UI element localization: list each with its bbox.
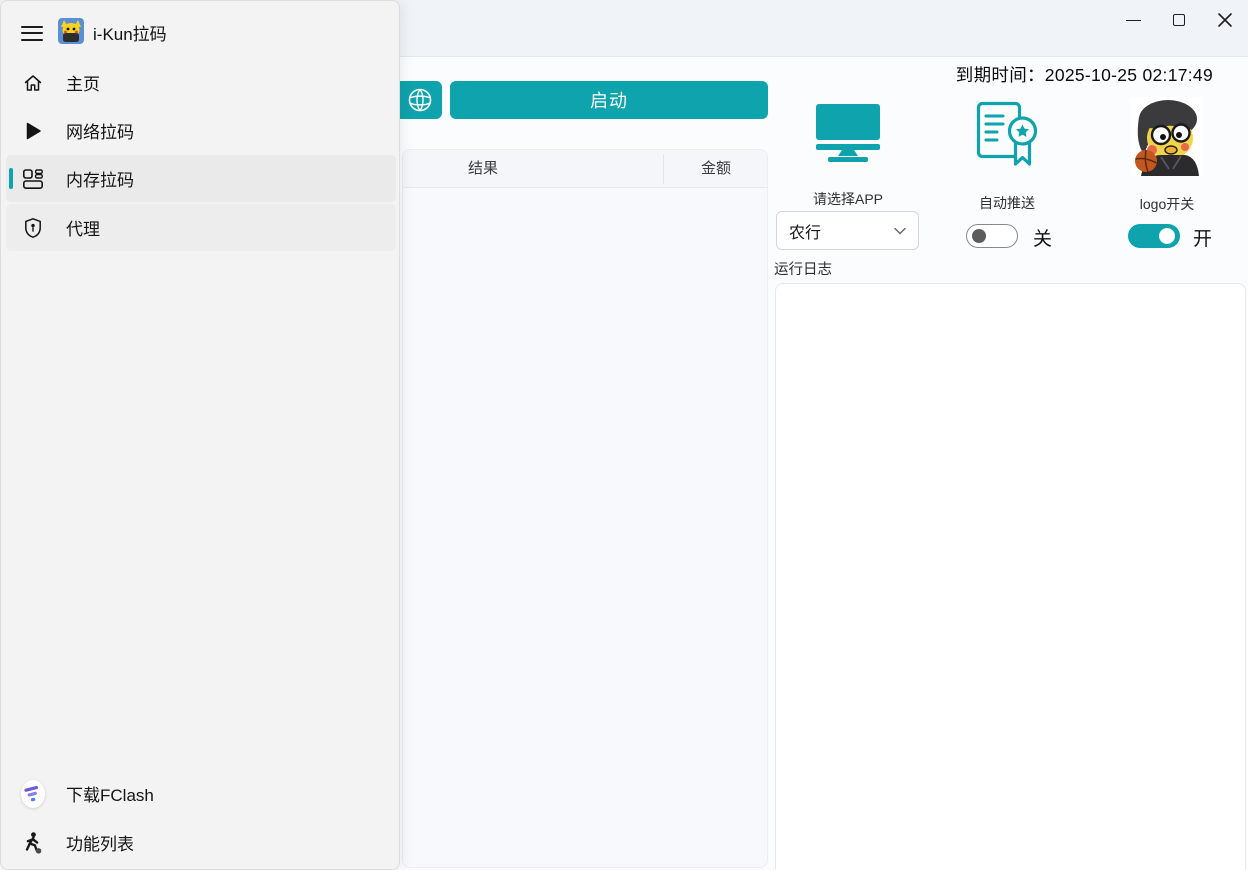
expiry-time: 到期时间：2025-10-25 02:17:49 — [956, 62, 1213, 87]
app-select-value: 农行 — [789, 219, 894, 243]
sidebar-item-label: 代理 — [66, 215, 100, 240]
home-icon — [21, 71, 45, 95]
close-button[interactable] — [1202, 0, 1248, 40]
run-log-label: 运行日志 — [774, 258, 832, 279]
sidebar-item-feature-list[interactable]: 功能列表 — [6, 819, 396, 866]
app-window: 到期时间：2025-10-25 02:17:49 启动 结果 金额 请选择APP — [0, 0, 1248, 870]
active-indicator — [9, 168, 13, 189]
maximize-icon — [1173, 14, 1185, 26]
auto-push-label: 自动推送 — [952, 193, 1062, 213]
logo-switch-label: logo开关 — [1112, 194, 1222, 214]
sidebar-item-home[interactable]: 主页 — [6, 59, 396, 106]
certificate-icon — [976, 101, 1038, 167]
fclash-icon — [21, 782, 45, 806]
tile-select-app: 请选择APP — [793, 104, 903, 209]
select-app-label: 请选择APP — [793, 189, 903, 209]
tile-auto-push: 自动推送 — [952, 101, 1062, 213]
logo-toggle-knob — [1159, 228, 1175, 244]
sidebar-item-memory[interactable]: 内存拉码 — [6, 155, 396, 202]
close-icon — [1217, 12, 1233, 28]
maximize-button[interactable] — [1156, 0, 1202, 40]
tile-logo-switch: logo开关 — [1112, 97, 1222, 214]
navigation-drawer: i-Kun拉码 主页 网络拉码 — [0, 0, 400, 870]
ikun-logo-image — [1131, 97, 1203, 176]
auto-push-toggle-knob — [972, 229, 986, 243]
chevron-down-icon — [894, 227, 906, 235]
shield-icon — [21, 216, 45, 240]
sidebar-item-label: 主页 — [66, 70, 100, 95]
auto-push-state-label: 关 — [1033, 224, 1052, 251]
grid-icon — [21, 167, 45, 191]
monitor-icon — [812, 104, 884, 162]
column-header-result: 结果 — [433, 150, 533, 188]
start-button[interactable]: 启动 — [450, 81, 768, 119]
expiry-value: 2025-10-25 02:17:49 — [1045, 65, 1213, 85]
play-icon — [21, 119, 45, 143]
hamburger-icon — [21, 26, 43, 28]
app-title: i-Kun拉码 — [93, 20, 167, 45]
auto-push-toggle[interactable] — [966, 224, 1018, 248]
sidebar-item-label: 下载FClash — [66, 781, 154, 806]
expiry-label: 到期时间： — [956, 65, 1045, 85]
app-select-dropdown[interactable]: 农行 — [776, 211, 919, 250]
results-table: 结果 金额 — [402, 149, 768, 868]
logo-toggle[interactable] — [1128, 224, 1180, 248]
logo-state-label: 开 — [1193, 224, 1212, 251]
minimize-icon — [1126, 20, 1141, 21]
sidebar-item-network[interactable]: 网络拉码 — [6, 107, 396, 154]
sidebar-item-download-fclash[interactable]: 下载FClash — [6, 770, 396, 817]
sidebar-item-label: 网络拉码 — [66, 118, 134, 143]
minimize-button[interactable] — [1110, 0, 1156, 40]
hamburger-menu-button[interactable] — [15, 14, 49, 48]
sidebar-item-label: 内存拉码 — [66, 166, 134, 191]
app-logo-icon — [58, 18, 84, 44]
table-header: 结果 金额 — [403, 150, 767, 188]
basketball-player-icon — [21, 831, 45, 855]
sidebar-item-proxy[interactable]: 代理 — [6, 204, 396, 251]
basketball-icon — [407, 87, 433, 113]
table-body[interactable] — [403, 188, 767, 868]
column-header-amount: 金额 — [664, 150, 768, 188]
run-log-area[interactable] — [775, 283, 1246, 870]
window-controls — [1110, 0, 1248, 40]
drawer-header: i-Kun拉码 — [1, 1, 399, 59]
sidebar-item-label: 功能列表 — [66, 830, 134, 855]
